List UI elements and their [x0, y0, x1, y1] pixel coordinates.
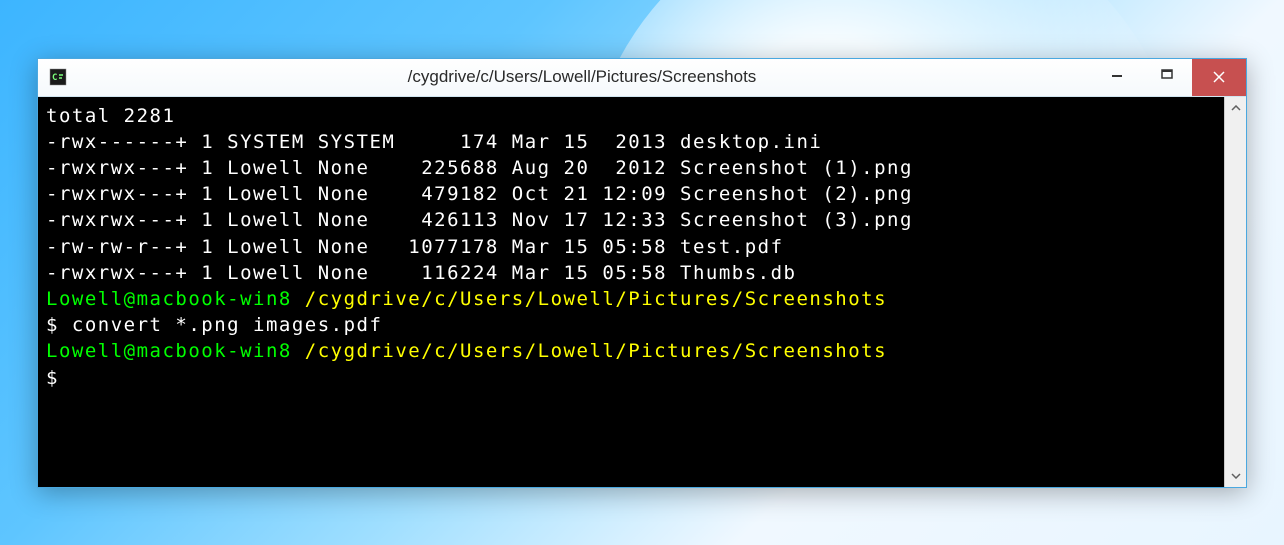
titlebar[interactable]: C /cygdrive/c/Users/Lowell/Pictures/Scre… [38, 59, 1246, 97]
prompt-path: /cygdrive/c/Users/Lowell/Pictures/Screen… [305, 340, 887, 362]
prompt-line: Lowell@macbook-win8 /cygdrive/c/Users/Lo… [46, 338, 1214, 364]
command-line: $ [46, 365, 1214, 391]
total-line: total 2281 [46, 103, 1214, 129]
file-row: -rwxrwx---+ 1 Lowell None 479182 Oct 21 … [46, 181, 1214, 207]
minimize-icon [1111, 68, 1123, 80]
close-icon [1212, 70, 1226, 84]
terminal-area: total 2281-rwx------+ 1 SYSTEM SYSTEM 17… [38, 97, 1246, 487]
app-icon: C [48, 67, 68, 87]
prompt-path: /cygdrive/c/Users/Lowell/Pictures/Screen… [305, 288, 887, 310]
command-line: $ convert *.png images.pdf [46, 312, 1214, 338]
file-row: -rw-rw-r--+ 1 Lowell None 1077178 Mar 15… [46, 234, 1214, 260]
scroll-down-icon[interactable] [1225, 465, 1246, 487]
terminal-window: C /cygdrive/c/Users/Lowell/Pictures/Scre… [37, 58, 1247, 488]
prompt-userhost: Lowell@macbook-win8 [46, 288, 305, 310]
file-row: -rwxrwx---+ 1 Lowell None 426113 Nov 17 … [46, 207, 1214, 233]
file-row: -rwx------+ 1 SYSTEM SYSTEM 174 Mar 15 2… [46, 129, 1214, 155]
maximize-button[interactable] [1142, 59, 1192, 89]
close-button[interactable] [1192, 59, 1246, 96]
window-controls [1092, 59, 1246, 96]
scroll-up-icon[interactable] [1225, 97, 1246, 119]
window-title: /cygdrive/c/Users/Lowell/Pictures/Screen… [68, 67, 1096, 87]
prompt-line: Lowell@macbook-win8 /cygdrive/c/Users/Lo… [46, 286, 1214, 312]
maximize-icon [1161, 68, 1173, 80]
svg-text:C: C [52, 73, 57, 83]
scrollbar[interactable] [1224, 97, 1246, 487]
file-row: -rwxrwx---+ 1 Lowell None 225688 Aug 20 … [46, 155, 1214, 181]
file-row: -rwxrwx---+ 1 Lowell None 116224 Mar 15 … [46, 260, 1214, 286]
minimize-button[interactable] [1092, 59, 1142, 89]
terminal-output[interactable]: total 2281-rwx------+ 1 SYSTEM SYSTEM 17… [38, 97, 1224, 487]
prompt-userhost: Lowell@macbook-win8 [46, 340, 305, 362]
